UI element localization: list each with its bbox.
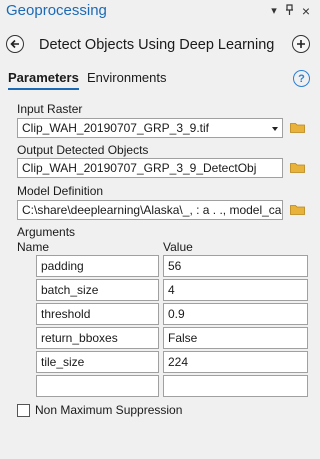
model-definition-label: Model Definition — [17, 184, 104, 198]
pane-title: Geoprocessing — [6, 2, 107, 19]
argument-row: padding 56 — [36, 255, 308, 277]
plus-icon — [297, 40, 305, 48]
pane-header: Geoprocessing ▾ × — [0, 0, 315, 24]
argument-value-cell[interactable]: 4 — [163, 279, 308, 301]
argument-value-cell[interactable] — [163, 375, 308, 397]
back-arrow-icon — [10, 39, 19, 49]
value-column-header: Value — [163, 240, 193, 254]
arguments-label: Arguments — [17, 225, 76, 239]
tool-bar: Detect Objects Using Deep Learning — [0, 34, 315, 60]
model-definition-value: C:\share\deeplearning\Alaska\_, : a . .,… — [22, 203, 283, 217]
argument-value-cell[interactable]: 56 — [163, 255, 308, 277]
output-detected-value: Clip_WAH_20190707_GRP_3_9_DetectObj — [22, 161, 257, 175]
input-raster-value: Clip_WAH_20190707_GRP_3_9.tif — [22, 121, 210, 135]
chevron-down-icon[interactable] — [272, 127, 278, 131]
menu-dropdown-icon[interactable]: ▾ — [271, 5, 277, 17]
close-icon[interactable]: × — [302, 4, 310, 18]
pin-icon[interactable] — [285, 4, 294, 18]
input-raster-select[interactable]: Clip_WAH_20190707_GRP_3_9.tif — [17, 118, 283, 138]
argument-name-cell[interactable] — [36, 375, 159, 397]
argument-name-cell[interactable]: batch_size — [36, 279, 159, 301]
folder-browse-icon[interactable] — [290, 162, 305, 173]
argument-value-cell[interactable]: 0.9 — [163, 303, 308, 325]
add-button[interactable] — [292, 35, 310, 53]
argument-row: batch_size 4 — [36, 279, 308, 301]
argument-value-cell[interactable]: False — [163, 327, 308, 349]
output-detected-input[interactable]: Clip_WAH_20190707_GRP_3_9_DetectObj — [17, 158, 283, 178]
argument-name-cell[interactable]: return_bboxes — [36, 327, 159, 349]
argument-row: return_bboxes False — [36, 327, 308, 349]
argument-value-cell[interactable]: 224 — [163, 351, 308, 373]
back-button[interactable] — [6, 35, 24, 53]
nms-label[interactable]: Non Maximum Suppression — [35, 403, 182, 417]
tab-parameters[interactable]: Parameters — [8, 70, 79, 90]
input-raster-label: Input Raster — [17, 102, 83, 116]
argument-name-cell[interactable]: tile_size — [36, 351, 159, 373]
pane-controls: ▾ × — [271, 4, 310, 18]
argument-row: threshold 0.9 — [36, 303, 308, 325]
output-detected-label: Output Detected Objects — [17, 143, 149, 157]
tool-title: Detect Objects Using Deep Learning — [39, 37, 275, 53]
argument-name-cell[interactable]: threshold — [36, 303, 159, 325]
argument-row: tile_size 224 — [36, 351, 308, 373]
name-column-header: Name — [17, 240, 50, 254]
help-icon[interactable]: ? — [293, 70, 310, 87]
argument-name-cell[interactable]: padding — [36, 255, 159, 277]
folder-browse-icon[interactable] — [290, 122, 305, 133]
tab-strip: Parameters Environments ? — [0, 70, 315, 94]
model-definition-input[interactable]: C:\share\deeplearning\Alaska\_, : a . .,… — [17, 200, 283, 220]
nms-checkbox[interactable] — [17, 404, 30, 417]
folder-browse-icon[interactable] — [290, 204, 305, 215]
tab-environments[interactable]: Environments — [87, 70, 166, 88]
argument-row-empty — [36, 375, 308, 397]
